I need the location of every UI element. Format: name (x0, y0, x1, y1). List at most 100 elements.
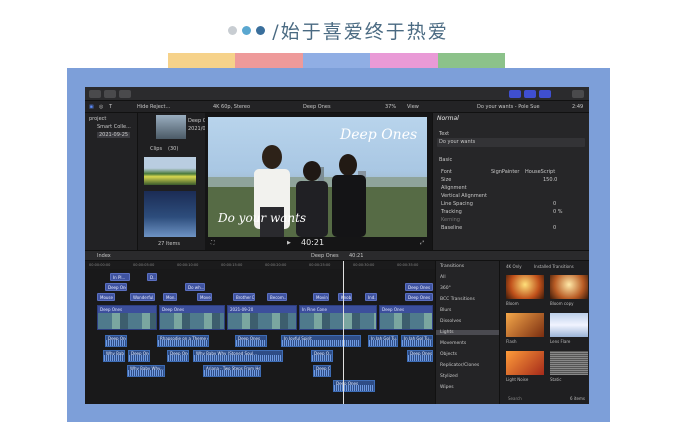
title-clip[interactable]: Deep Ones (405, 293, 433, 301)
transition-category[interactable]: Lights (436, 330, 500, 335)
zoom-level[interactable]: 37% (385, 104, 396, 110)
transition-thumbnail[interactable] (550, 313, 588, 337)
inspector-row-label: Size (441, 177, 452, 183)
filter-4k-checkbox[interactable]: 4K Only (506, 264, 522, 269)
title-clip[interactable]: Deep Ones (405, 283, 433, 291)
inspector-row-value[interactable]: SignPainter (491, 169, 519, 175)
inspector-style[interactable]: Normal (437, 116, 459, 122)
ruler-tick-label: 00:00:05:00 (133, 263, 155, 267)
share-button[interactable] (572, 90, 584, 98)
layout-button-2[interactable] (524, 90, 536, 98)
transition-category[interactable]: Wipes (440, 385, 454, 390)
layout-button-1[interactable] (509, 90, 521, 98)
transition-category[interactable]: 360° (440, 286, 451, 291)
title-clip[interactable]: Becom... (267, 293, 287, 301)
ruler-tick-label: 00:00:10:00 (177, 263, 199, 267)
audio-clip[interactable]: Why Baby (103, 350, 125, 362)
audio-clip[interactable]: Deep Ones (167, 350, 189, 362)
library-item[interactable]: 2021-09-25 (97, 132, 131, 138)
transition-category[interactable]: Blurs (440, 308, 451, 313)
video-clip[interactable]: Deep Ones (97, 305, 157, 330)
video-clip[interactable]: 2021-09-20 (227, 305, 297, 330)
title-clip[interactable]: In Pl... (110, 273, 130, 281)
transition-thumbnail[interactable] (506, 351, 544, 375)
play-button[interactable]: ▶ (287, 240, 291, 246)
audio-waveform (104, 355, 124, 361)
audio-clip[interactable]: Deep Ones (128, 350, 150, 362)
library-item[interactable]: Smart Colle... (97, 124, 131, 130)
title-clip[interactable]: Brother D... (233, 293, 255, 301)
audio-clip[interactable]: Why Baby Why (Stoned Soul... (193, 350, 283, 362)
audio-clip[interactable]: In Jah Gol Tu... (401, 335, 433, 347)
audio-clip[interactable]: Why Baby Why... (127, 365, 165, 377)
clip-thumbnail[interactable] (144, 217, 196, 237)
clip-browser: Deep O 2021/0 Clips (30) 27 Items (137, 113, 207, 250)
transition-category[interactable]: Dissolves (440, 319, 461, 324)
title-clip[interactable]: Deep Ones (105, 283, 127, 291)
fullscreen-icon[interactable]: ⤢ (420, 240, 424, 246)
audio-clip[interactable]: Deep Ones (407, 350, 433, 362)
transition-category[interactable]: Stylized (440, 374, 458, 379)
transition-thumbnail[interactable] (550, 351, 588, 375)
title-clip[interactable]: Mouse (97, 293, 115, 301)
clip-label: Mouse (100, 295, 113, 300)
photos-icon[interactable]: ◎ (99, 104, 103, 110)
inspector-row-value[interactable]: 150.0 (543, 177, 557, 183)
transition-thumbnail[interactable] (550, 275, 588, 299)
playhead[interactable] (343, 261, 344, 404)
video-clip[interactable]: Deep Ones (159, 305, 225, 330)
transition-category[interactable]: Replicator/Clones (440, 363, 479, 368)
transition-thumbnail[interactable] (506, 313, 544, 337)
inspector-row-value[interactable]: HouseScript (525, 169, 555, 175)
inspector-row-value[interactable]: 0 (553, 201, 556, 207)
inspector-row-value[interactable]: 0 (553, 225, 556, 231)
import-button[interactable] (89, 90, 101, 98)
libraries-icon[interactable]: ▣ (89, 104, 94, 110)
background-tasks-button[interactable] (119, 90, 131, 98)
audio-clip[interactable]: Deep Ones (235, 335, 267, 347)
audio-clip[interactable]: Deep O... (313, 365, 331, 377)
library-item[interactable]: project (89, 116, 106, 122)
clip-thumbnail[interactable] (144, 157, 196, 185)
transition-category[interactable]: BCC Transitions (440, 297, 475, 302)
transition-category[interactable]: Objects (440, 352, 457, 357)
audio-clip[interactable]: Rhapsodie on a Theme of... (157, 335, 209, 347)
view-menu[interactable]: View (407, 104, 419, 110)
transition-category[interactable]: Movements (440, 341, 466, 346)
audio-waveform (312, 355, 332, 361)
effects-search[interactable]: Search (508, 396, 522, 401)
browser-filter[interactable]: Hide Reject... (137, 104, 170, 110)
audio-waveform (158, 340, 208, 346)
keyword-button[interactable] (104, 90, 116, 98)
titles-icon[interactable]: T (109, 104, 112, 110)
transition-category[interactable]: All (440, 275, 446, 280)
installed-transitions-tab[interactable]: Installed Transitions (534, 264, 574, 269)
title-clip[interactable]: Move (197, 293, 212, 301)
title-clip[interactable]: Movin... (313, 293, 329, 301)
color-stripes (168, 53, 506, 69)
audio-clip[interactable]: Deep O... (311, 350, 333, 362)
clips-label: Clips (150, 146, 163, 152)
audio-clip[interactable]: In Joyful Spirit (281, 335, 361, 347)
title-clip[interactable]: Do wh... (185, 283, 205, 291)
transform-icon[interactable]: ⛶ (211, 240, 215, 246)
clip-thumbnail[interactable] (156, 115, 186, 139)
transition-thumbnail[interactable] (506, 275, 544, 299)
secondary-bar: ▣ ◎ T Hide Reject... 4K 60p, Stereo Deep… (85, 101, 589, 113)
inspector-row-value[interactable]: 0 % (553, 209, 563, 215)
index-button[interactable]: Index (97, 253, 111, 259)
audio-clip[interactable]: Deep Ones (105, 335, 127, 347)
audio-clip[interactable]: In Jah Gol Tu... (368, 335, 398, 347)
video-clip[interactable]: In Pine Cone (299, 305, 377, 330)
title-clip[interactable]: Knob... (338, 293, 352, 301)
video-clip[interactable]: Deep Ones (379, 305, 433, 330)
clip-thumbnail[interactable] (144, 191, 196, 217)
title-clip[interactable]: Wonderful... (130, 293, 155, 301)
audio-clip[interactable]: Ariana - Two Steps From Hell... (203, 365, 261, 377)
audio-clip[interactable]: Deep Ones (333, 380, 375, 392)
title-clip[interactable]: Ind... (365, 293, 377, 301)
title-clip[interactable]: D... (147, 273, 157, 281)
title-clip[interactable]: Mon... (163, 293, 177, 301)
audio-waveform (236, 340, 266, 346)
layout-button-3[interactable] (539, 90, 551, 98)
